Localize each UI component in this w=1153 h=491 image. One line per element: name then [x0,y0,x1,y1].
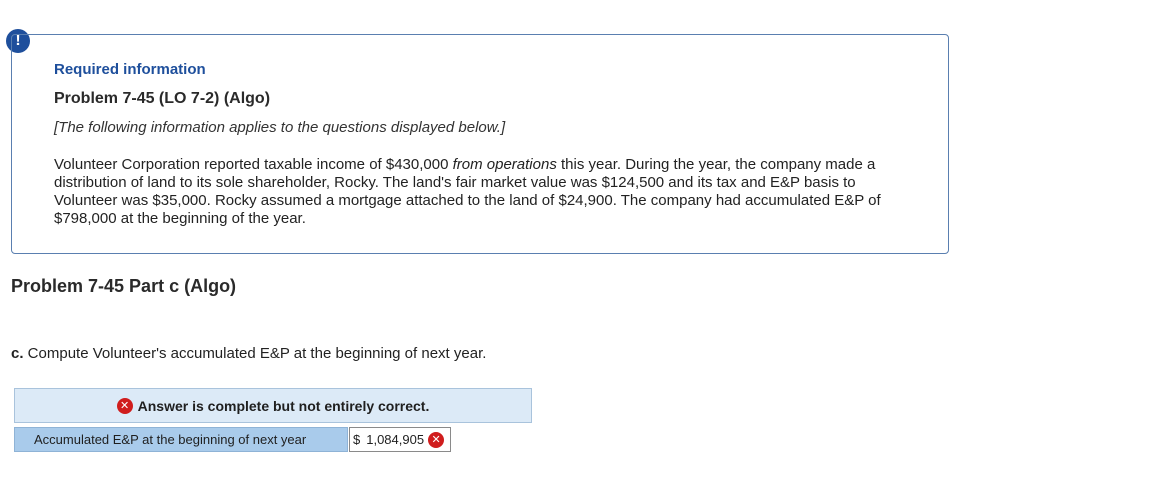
info-note: [The following information applies to th… [54,119,506,136]
part-heading: Problem 7-45 Part c (Algo) [11,276,237,296]
required-info-box: Required information Problem 7-45 (LO 7-… [11,34,949,254]
answer-value: 1,084,905 [366,432,425,447]
currency-symbol: $ [353,432,361,447]
required-information-label: Required information [54,61,206,78]
problem-heading: Problem 7-45 (LO 7-2) (Algo) [54,90,271,107]
problem-paragraph: Volunteer Corporation reported taxable i… [54,156,904,228]
answer-row: Accumulated E&P at the beginning of next… [14,427,451,452]
x-mark-icon: ✕ [116,397,133,414]
answer-status-text: Answer is complete but not entirely corr… [137,397,430,414]
x-mark-icon: ✕ [428,431,445,448]
answer-status-banner: ✕ Answer is complete but not entirely co… [14,388,532,423]
question-text: c. Compute Volunteer's accumulated E&P a… [11,345,486,362]
question-letter: c. [11,345,24,362]
answer-input-field[interactable]: $ 1,084,905 ✕ [349,427,451,452]
paragraph-part1: Volunteer Corporation reported taxable i… [54,156,453,173]
paragraph-italic: from operations [452,156,557,173]
answer-row-label: Accumulated E&P at the beginning of next… [14,427,348,452]
question-body: Compute Volunteer's accumulated E&P at t… [23,345,487,362]
